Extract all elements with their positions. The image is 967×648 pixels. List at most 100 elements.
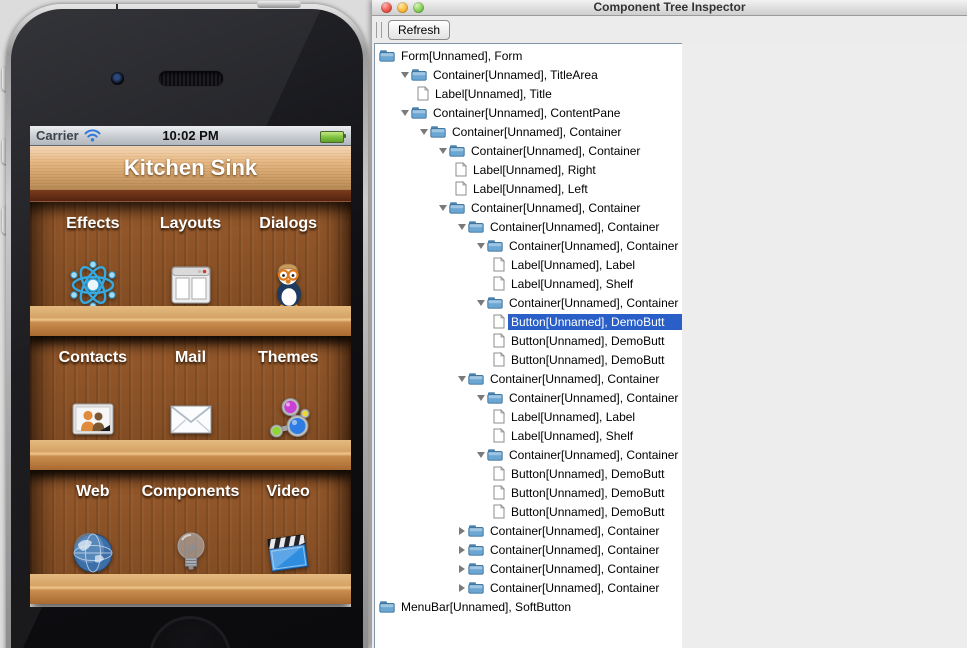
shelf: Effects Layouts Dialogs — [30, 202, 351, 336]
toolbar-drag-handle[interactable] — [376, 22, 382, 38]
tree-indent — [375, 245, 474, 246]
tree-row-label: Container[Unnamed], Container — [487, 542, 662, 558]
close-button[interactable] — [381, 2, 392, 13]
tree-row[interactable]: Label[Unnamed], Label — [375, 255, 683, 274]
tree-row[interactable]: Container[Unnamed], Container — [375, 369, 683, 388]
tree-row[interactable]: Container[Unnamed], Container — [375, 293, 683, 312]
tree-indent — [375, 188, 455, 189]
tree-row[interactable]: Container[Unnamed], Container — [375, 559, 683, 578]
softbutton-bar — [30, 604, 351, 607]
app-item-label: Contacts — [59, 349, 127, 367]
tree-indent — [375, 435, 493, 436]
tree-row[interactable]: Container[Unnamed], Container — [375, 388, 683, 407]
tree-row[interactable]: Label[Unnamed], Left — [375, 179, 683, 198]
tree-row[interactable]: Container[Unnamed], Container — [375, 236, 683, 255]
tree-row[interactable]: Container[Unnamed], Container — [375, 198, 683, 217]
app-item-mail[interactable]: Mail — [142, 336, 240, 440]
tree-row[interactable]: Button[Unnamed], DemoButt — [375, 331, 683, 350]
collapse-arrow-icon[interactable] — [398, 110, 411, 116]
folder-icon — [449, 144, 465, 157]
collapse-arrow-icon[interactable] — [474, 395, 487, 401]
tree-row[interactable]: Container[Unnamed], Container — [375, 540, 683, 559]
tree-row[interactable]: Label[Unnamed], Shelf — [375, 426, 683, 445]
component-tree[interactable]: Form[Unnamed], FormContainer[Unnamed], T… — [374, 43, 684, 648]
folder-icon — [449, 201, 465, 214]
collapse-arrow-icon[interactable] — [455, 224, 468, 230]
carrier-label: Carrier — [36, 128, 79, 143]
tree-row[interactable]: Container[Unnamed], Container — [375, 217, 683, 236]
folder-icon — [487, 296, 503, 309]
minimize-button[interactable] — [397, 2, 408, 13]
collapse-arrow-icon[interactable] — [455, 376, 468, 382]
collapse-arrow-icon[interactable] — [474, 243, 487, 249]
app-item-layouts[interactable]: Layouts — [142, 202, 240, 306]
tree-row[interactable]: Container[Unnamed], Container — [375, 122, 683, 141]
collapse-arrow-icon[interactable] — [398, 72, 411, 78]
collapse-arrow-icon[interactable] — [436, 148, 449, 154]
app-item-components[interactable]: Components — [142, 470, 240, 574]
refresh-button[interactable]: Refresh — [388, 20, 450, 40]
folder-icon — [379, 600, 395, 613]
photo-frame-icon — [69, 395, 117, 443]
collapse-arrow-icon[interactable] — [474, 452, 487, 458]
tree-row[interactable]: Label[Unnamed], Right — [375, 160, 683, 179]
app-item-label: Web — [76, 483, 109, 501]
document-icon — [417, 86, 429, 101]
expand-arrow-icon[interactable] — [455, 584, 468, 592]
tree-row[interactable]: Container[Unnamed], Container — [375, 521, 683, 540]
tree-row[interactable]: Label[Unnamed], Title — [375, 84, 683, 103]
folder-icon — [487, 448, 503, 461]
expand-arrow-icon[interactable] — [455, 565, 468, 573]
property-panel: Class Name UIID Selected — [682, 43, 967, 648]
app-item-dialogs[interactable]: Dialogs — [239, 202, 337, 306]
tree-row-label: Label[Unnamed], Label — [508, 409, 638, 425]
app-item-label: Mail — [175, 349, 206, 367]
tree-row[interactable]: Button[Unnamed], DemoButt — [375, 502, 683, 521]
app-item-video[interactable]: Video — [239, 470, 337, 574]
tree-row[interactable]: Button[Unnamed], DemoButt — [375, 350, 683, 369]
tree-row[interactable]: MenuBar[Unnamed], SoftButton — [375, 597, 683, 616]
app-item-label: Dialogs — [259, 215, 317, 233]
tree-row[interactable]: Form[Unnamed], Form — [375, 46, 683, 65]
tree-indent — [375, 492, 493, 493]
shelf-items: Web Components Video — [30, 470, 351, 574]
tree-indent — [375, 93, 417, 94]
expand-arrow-icon[interactable] — [455, 546, 468, 554]
tree-row[interactable]: Container[Unnamed], Container — [375, 445, 683, 464]
tree-indent — [375, 264, 493, 265]
app-item-web[interactable]: Web — [44, 470, 142, 574]
collapse-arrow-icon[interactable] — [436, 205, 449, 211]
tree-row[interactable]: Button[Unnamed], DemoButt — [375, 312, 683, 331]
tree-row[interactable]: Container[Unnamed], Container — [375, 578, 683, 597]
tree-row-label: Button[Unnamed], DemoButt — [508, 333, 667, 349]
collapse-arrow-icon[interactable] — [474, 300, 487, 306]
tree-row-label: Form[Unnamed], Form — [398, 48, 525, 64]
tree-indent — [375, 112, 398, 113]
tree-indent — [375, 340, 493, 341]
app-item-themes[interactable]: Themes — [239, 336, 337, 440]
folder-icon — [411, 68, 427, 81]
window-icon — [167, 261, 215, 309]
tree-row[interactable]: Label[Unnamed], Label — [375, 407, 683, 426]
tree-row-label: Container[Unnamed], Container — [487, 580, 662, 596]
tree-row[interactable]: Button[Unnamed], DemoButt — [375, 483, 683, 502]
tree-row[interactable]: Container[Unnamed], ContentPane — [375, 103, 683, 122]
speaker-grille-icon — [158, 70, 224, 87]
tree-row[interactable]: Label[Unnamed], Shelf — [375, 274, 683, 293]
app-item-effects[interactable]: Effects — [44, 202, 142, 306]
tree-indent — [375, 511, 493, 512]
tree-indent — [375, 302, 474, 303]
tree-row[interactable]: Button[Unnamed], DemoButt — [375, 464, 683, 483]
tree-row[interactable]: Container[Unnamed], Container — [375, 141, 683, 160]
tree-row-label: Label[Unnamed], Right — [470, 162, 599, 178]
collapse-arrow-icon[interactable] — [417, 129, 430, 135]
tree-indent — [375, 473, 493, 474]
app-item-label: Themes — [258, 349, 318, 367]
expand-arrow-icon[interactable] — [455, 527, 468, 535]
app-item-label: Layouts — [160, 215, 221, 233]
folder-icon — [430, 125, 446, 138]
shelf-items: Effects Layouts Dialogs — [30, 202, 351, 306]
tree-row[interactable]: Container[Unnamed], TitleArea — [375, 65, 683, 84]
zoom-button[interactable] — [413, 2, 424, 13]
app-item-contacts[interactable]: Contacts — [44, 336, 142, 440]
